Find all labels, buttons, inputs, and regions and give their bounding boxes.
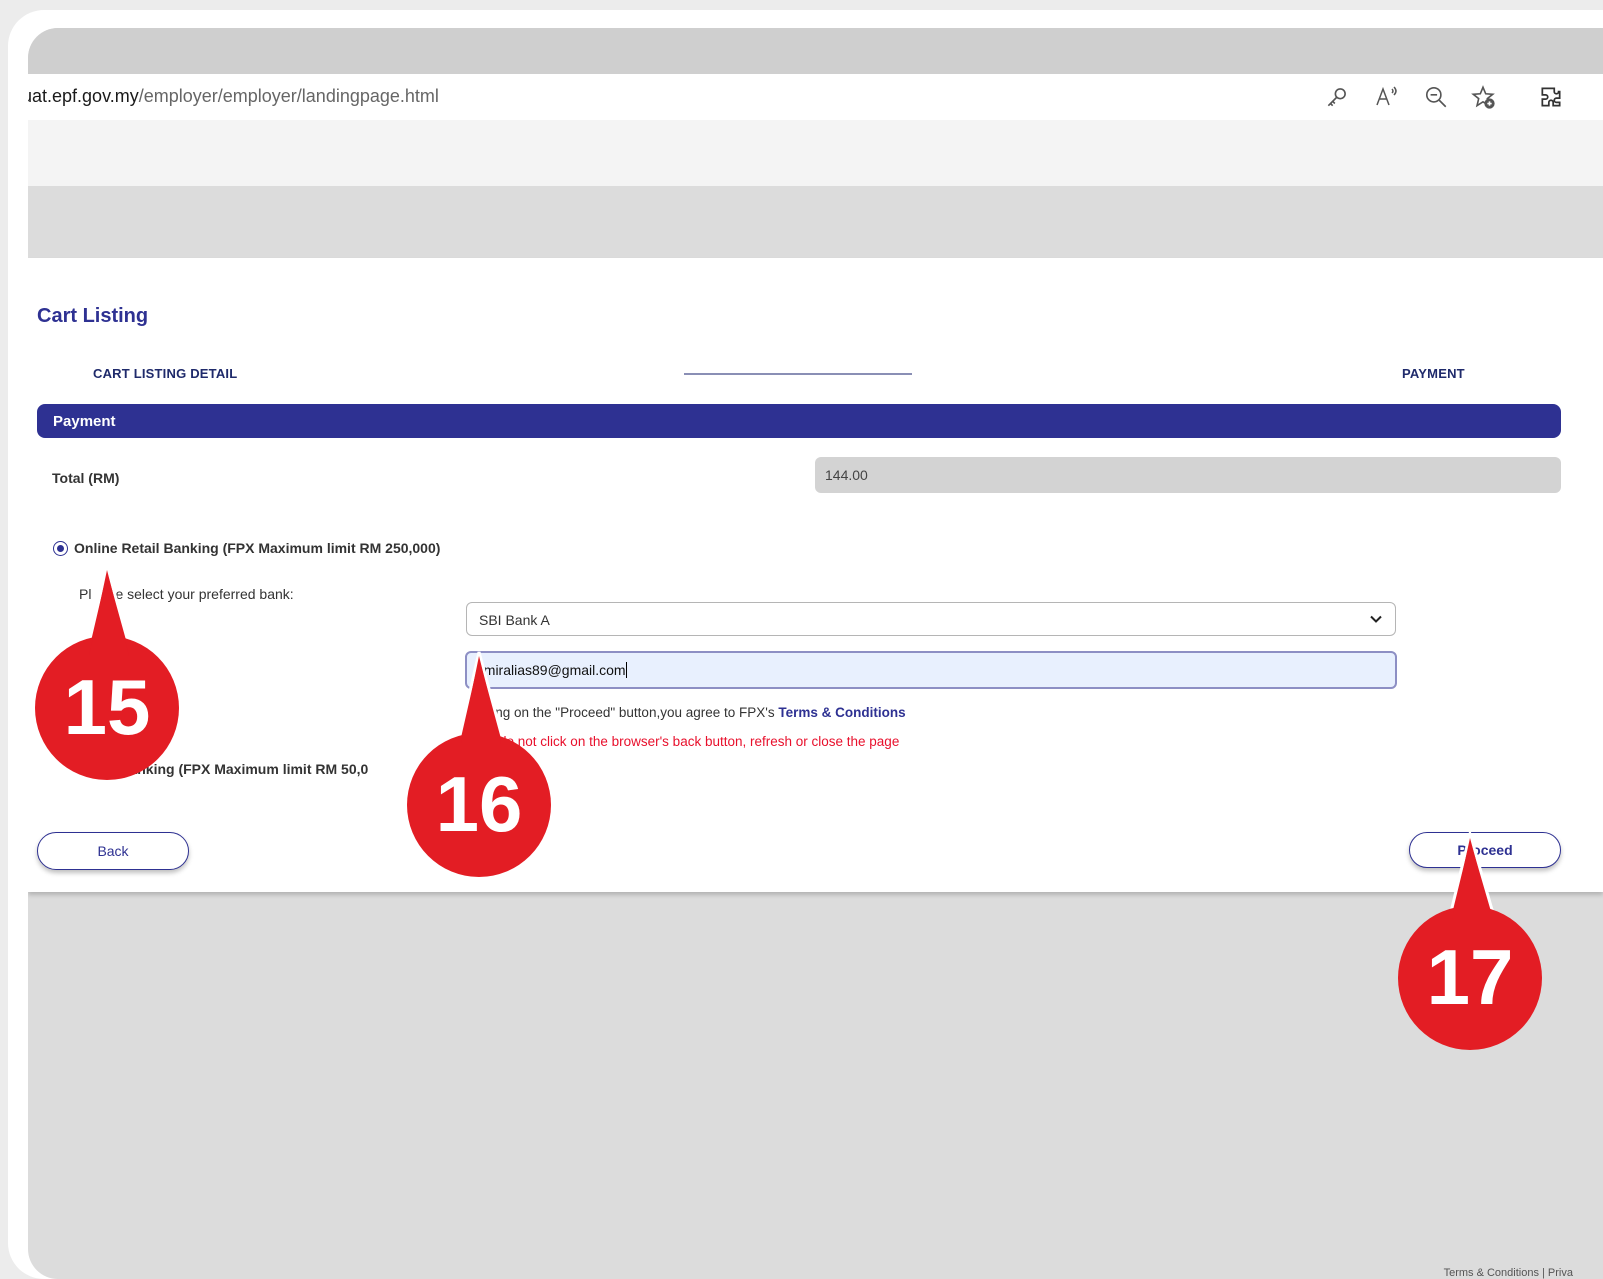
total-value: 144.00: [825, 467, 868, 483]
page-title: Cart Listing: [37, 305, 149, 327]
step-connector: [684, 373, 912, 375]
callout-15: 15: [34, 560, 180, 787]
terms-link[interactable]: Terms & Conditions: [778, 705, 905, 720]
page-header: [28, 186, 1603, 258]
step-cart-listing-detail: CART LISTING DETAIL: [93, 366, 238, 381]
browser-window: uat.epf.gov.my/employer/employer/landing…: [28, 28, 1603, 1279]
read-aloud-icon[interactable]: [1374, 84, 1400, 110]
payment-section-header: Payment: [37, 404, 1561, 438]
callout-16-number: 16: [436, 760, 523, 848]
email-field[interactable]: amiralias89@gmail.com: [465, 651, 1397, 689]
address-bar[interactable]: uat.epf.gov.my/employer/employer/landing…: [28, 74, 1603, 121]
extensions-icon[interactable]: [1538, 84, 1564, 110]
step-payment: PAYMENT: [1402, 366, 1465, 381]
total-label: Total (RM): [52, 470, 120, 486]
footer-links[interactable]: Terms & Conditions | Priva: [1444, 1267, 1573, 1279]
url-host: uat.epf.gov.my: [28, 86, 139, 106]
tab-strip: [28, 28, 1603, 74]
chevron-down-icon: [1369, 612, 1383, 626]
back-button[interactable]: Back: [37, 832, 189, 870]
url-path: /employer/employer/landingpage.html: [138, 86, 439, 106]
favorites-add-icon[interactable]: [1470, 84, 1496, 110]
callout-17: 17: [1397, 828, 1543, 1057]
zoom-out-icon[interactable]: [1423, 84, 1449, 110]
callout-15-number: 15: [64, 663, 151, 751]
cart-listing-panel: Cart Listing CART LISTING DETAIL PAYMENT…: [28, 258, 1603, 892]
section-title: Payment: [53, 413, 116, 430]
url-text[interactable]: uat.epf.gov.my/employer/employer/landing…: [28, 86, 439, 107]
bank-select[interactable]: SBI Bank A: [466, 602, 1396, 636]
page-toolbar: [28, 120, 1603, 186]
retail-banking-label[interactable]: Online Retail Banking (FPX Maximum limit…: [74, 540, 440, 556]
key-icon[interactable]: [1324, 84, 1350, 110]
callout-17-number: 17: [1427, 933, 1514, 1021]
callout-16: 16: [406, 648, 552, 883]
total-field: 144.00: [815, 457, 1561, 493]
retail-banking-radio[interactable]: [53, 541, 68, 556]
bank-selected-value: SBI Bank A: [479, 612, 550, 628]
